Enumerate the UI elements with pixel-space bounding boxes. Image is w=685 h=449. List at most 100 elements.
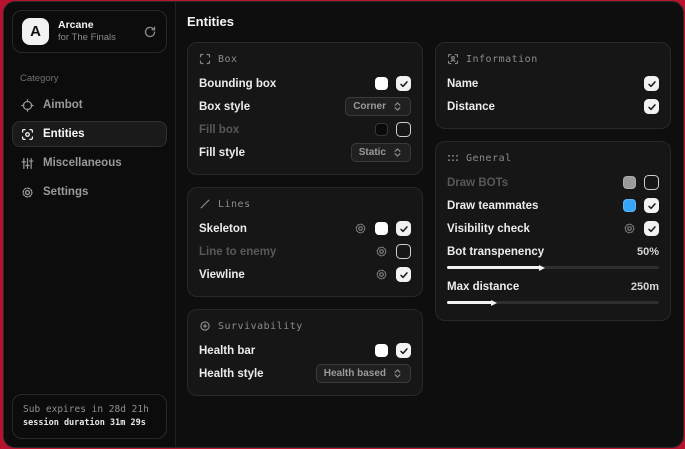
bot-transparency-slider[interactable] — [447, 262, 659, 275]
dropdown-value: Static — [359, 147, 386, 158]
row-label: Visibility check — [447, 223, 530, 235]
health-cross-icon — [199, 320, 211, 332]
row-skeleton: Skeleton — [199, 217, 411, 240]
app-window: A Arcane for The Finals Category Aimbot — [3, 1, 684, 448]
row-label: Name — [447, 78, 478, 90]
row-label: Fill box — [199, 124, 239, 136]
row-name: Name — [447, 72, 659, 95]
checkbox-skeleton[interactable] — [396, 221, 411, 236]
box-style-dropdown[interactable]: Corner — [345, 97, 411, 116]
session-duration-text: session duration 31m 29s — [23, 417, 156, 430]
grid-dots-icon — [447, 152, 459, 164]
category-label: Category — [20, 73, 175, 84]
profile-card: A Arcane for The Finals — [12, 10, 167, 53]
app-title: Arcane — [58, 19, 134, 32]
sliders-icon — [21, 157, 34, 170]
color-swatch[interactable] — [623, 176, 636, 189]
panel-title: Lines — [218, 199, 251, 210]
checkbox-bounding-box[interactable] — [396, 76, 411, 91]
color-swatch[interactable] — [375, 77, 388, 90]
row-label: Draw teammates — [447, 200, 538, 212]
line-to-enemy-settings-gear-icon[interactable] — [375, 245, 388, 258]
sidebar-item-label: Miscellaneous — [43, 157, 122, 169]
fill-style-dropdown[interactable]: Static — [351, 143, 411, 162]
sidebar-item-miscellaneous[interactable]: Miscellaneous — [12, 150, 167, 176]
sidebar-item-aimbot[interactable]: Aimbot — [12, 92, 167, 118]
chevrons-up-down-icon — [392, 368, 403, 379]
page-title: Entities — [187, 14, 671, 29]
entities-scan-icon — [21, 128, 34, 141]
sidebar-item-entities[interactable]: Entities — [12, 121, 167, 147]
row-distance: Distance — [447, 95, 659, 118]
panel-box-header: Box — [199, 53, 411, 65]
row-health-bar: Health bar — [199, 339, 411, 362]
row-bot-transparency: Bot transpenency 50% — [447, 242, 659, 262]
checkbox-fill-box[interactable] — [396, 122, 411, 137]
panel-information: Information Name Distance — [435, 42, 671, 129]
row-label: Health bar — [199, 345, 255, 357]
row-viewline: Viewline — [199, 263, 411, 286]
row-label: Health style — [199, 368, 264, 380]
app-subtitle: for The Finals — [58, 32, 134, 44]
color-swatch[interactable] — [375, 344, 388, 357]
sub-expires-text: Sub expires in 28d 21h — [23, 403, 156, 417]
sidebar-item-settings[interactable]: Settings — [12, 179, 167, 205]
gear-icon — [21, 186, 34, 199]
health-style-dropdown[interactable]: Health based — [316, 364, 411, 383]
right-column: Information Name Distance — [435, 42, 671, 321]
checkbox-viewline[interactable] — [396, 267, 411, 282]
checkbox-line-to-enemy[interactable] — [396, 244, 411, 259]
panel-lines: Lines Skeleton — [187, 187, 423, 297]
profile-text: Arcane for The Finals — [58, 19, 134, 44]
max-distance-slider[interactable] — [447, 297, 659, 310]
panel-title: General — [466, 153, 512, 164]
max-distance-value: 250m — [631, 281, 659, 293]
skeleton-settings-gear-icon[interactable] — [354, 222, 367, 235]
dropdown-value: Health based — [324, 368, 386, 379]
row-label: Line to enemy — [199, 246, 276, 258]
checkbox-draw-teammates[interactable] — [644, 198, 659, 213]
slider-fill — [447, 301, 494, 304]
row-box-style: Box style Corner — [199, 95, 411, 118]
row-visibility-check: Visibility check — [447, 217, 659, 240]
bot-transparency-value: 50% — [637, 246, 659, 258]
slider-track — [447, 266, 659, 269]
color-swatch[interactable] — [623, 199, 636, 212]
color-swatch[interactable] — [375, 222, 388, 235]
row-fill-style: Fill style Static — [199, 141, 411, 164]
panel-general-header: General — [447, 152, 659, 164]
panel-information-header: Information — [447, 53, 659, 65]
panel-columns: Box Bounding box Box style — [187, 42, 671, 396]
checkbox-name[interactable] — [644, 76, 659, 91]
row-health-style: Health style Health based — [199, 362, 411, 385]
chevrons-up-down-icon — [392, 147, 403, 158]
checkbox-distance[interactable] — [644, 99, 659, 114]
dropdown-value: Corner — [353, 101, 386, 112]
slider-thumb[interactable] — [539, 265, 545, 271]
crosshair-icon — [21, 99, 34, 112]
diagonal-line-icon — [199, 198, 211, 210]
row-label: Draw BOTs — [447, 177, 508, 189]
panel-survivability-header: Survivability — [199, 320, 411, 332]
info-scan-icon — [447, 53, 459, 65]
slider-thumb[interactable] — [491, 300, 497, 306]
refresh-icon[interactable] — [143, 25, 157, 39]
row-draw-bots: Draw BOTs — [447, 171, 659, 194]
panel-title: Information — [466, 54, 538, 65]
panel-title: Box — [218, 54, 238, 65]
chevrons-up-down-icon — [392, 101, 403, 112]
panel-lines-header: Lines — [199, 198, 411, 210]
row-max-distance: Max distance 250m — [447, 277, 659, 297]
checkbox-health-bar[interactable] — [396, 343, 411, 358]
row-bounding-box: Bounding box — [199, 72, 411, 95]
visibility-settings-gear-icon[interactable] — [623, 222, 636, 235]
checkbox-visibility-check[interactable] — [644, 221, 659, 236]
avatar: A — [22, 18, 49, 45]
checkbox-draw-bots[interactable] — [644, 175, 659, 190]
subscription-info-box: Sub expires in 28d 21h session duration … — [12, 394, 167, 439]
color-swatch[interactable] — [375, 123, 388, 136]
scan-brackets-icon — [199, 53, 211, 65]
viewline-settings-gear-icon[interactable] — [375, 268, 388, 281]
row-draw-teammates: Draw teammates — [447, 194, 659, 217]
left-column: Box Bounding box Box style — [187, 42, 423, 396]
